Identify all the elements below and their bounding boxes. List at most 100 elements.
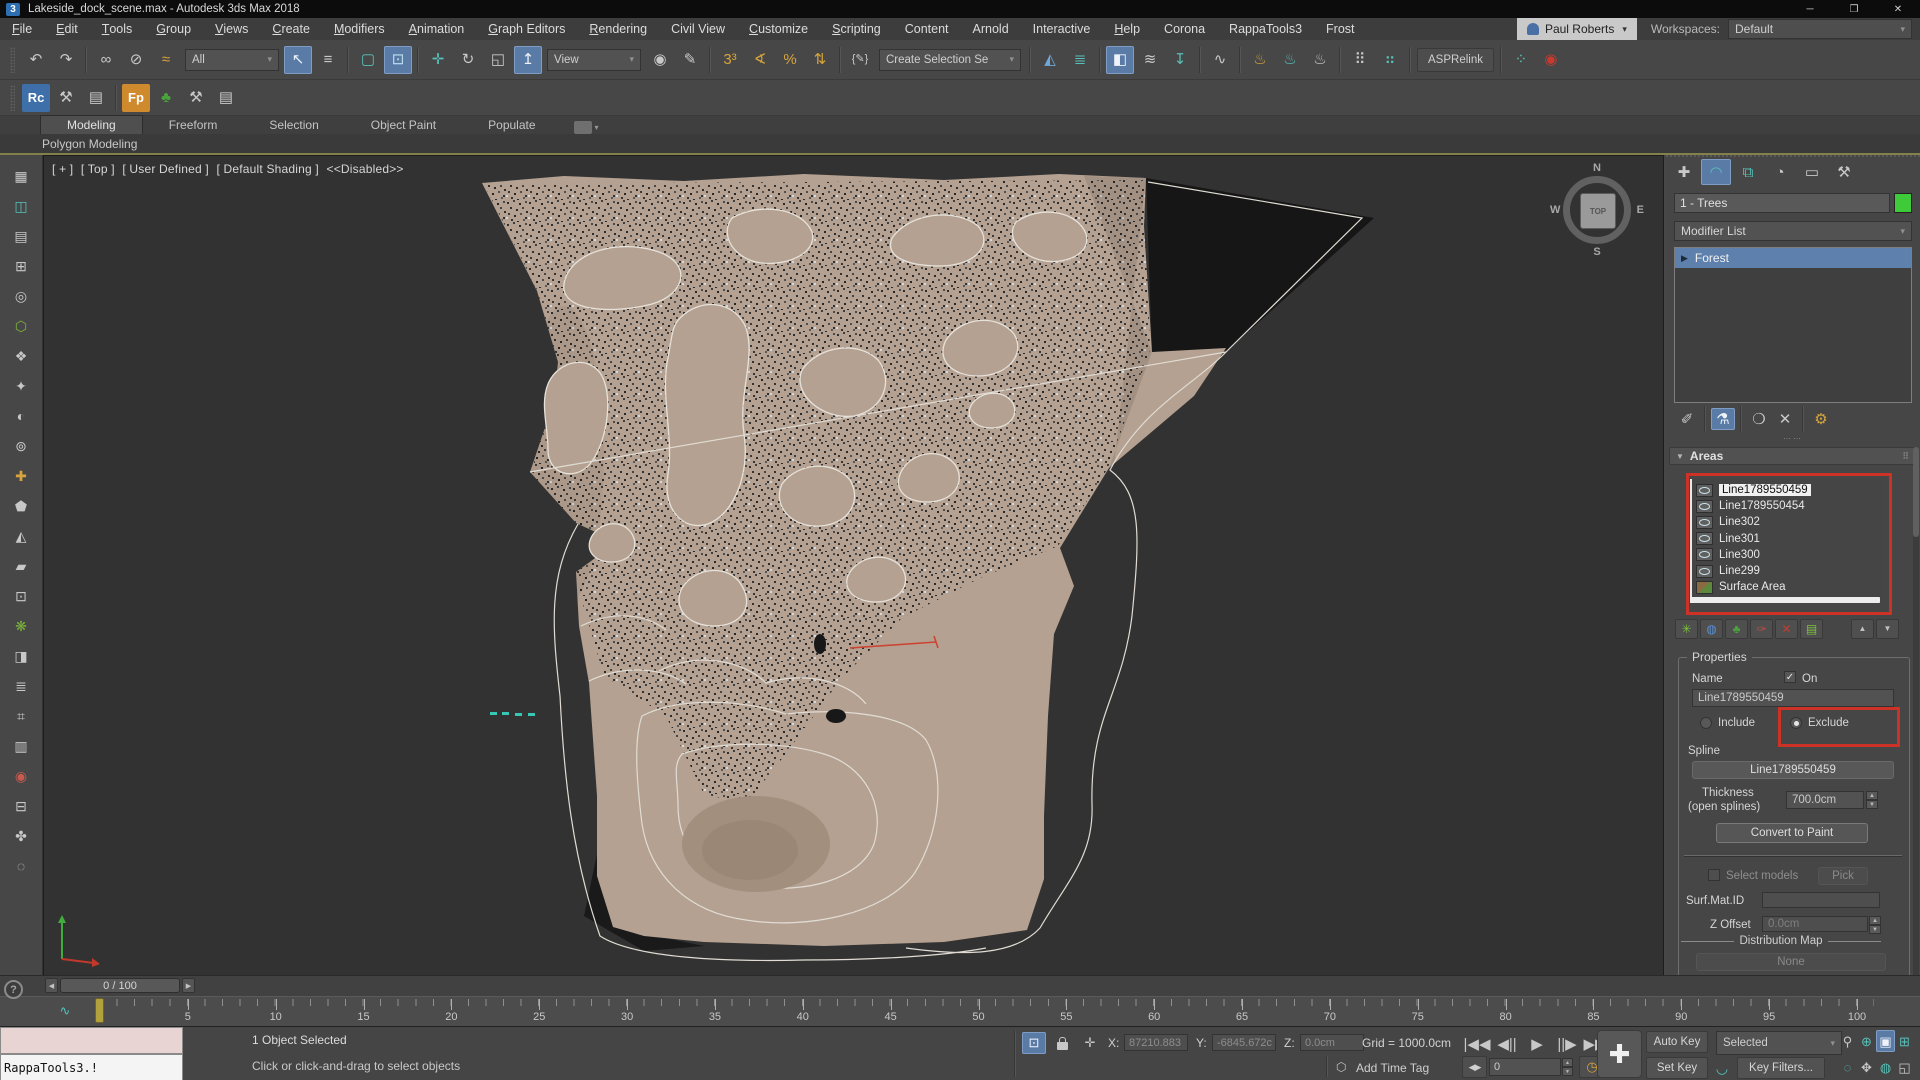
add-reference-area-button[interactable]: ▤ xyxy=(1800,619,1823,639)
modify-tab-button[interactable]: ◠ xyxy=(1701,159,1731,185)
menu-edit[interactable]: Edit xyxy=(44,18,90,40)
dock-tool-button-7[interactable]: ❖ xyxy=(8,344,34,368)
select-models-checkbox[interactable]: ✓ xyxy=(1708,869,1720,881)
distribution-map-none-button[interactable]: None xyxy=(1696,953,1886,971)
compass-east[interactable]: E xyxy=(1637,204,1644,216)
reference-coordinate-dropdown[interactable]: View▾ xyxy=(547,49,641,71)
add-spline-area-button[interactable]: ✳ xyxy=(1675,619,1698,639)
viewport-menu-pov[interactable]: [ Top ] xyxy=(81,162,115,176)
area-list-item[interactable]: Line1789550459 xyxy=(1692,482,1882,498)
add-object-area-button[interactable]: ◍ xyxy=(1700,619,1723,639)
z-coord-field[interactable]: 0.0cm xyxy=(1300,1034,1364,1051)
set-keys-button[interactable]: ✚ xyxy=(1597,1030,1642,1078)
corona-button[interactable]: ◉ xyxy=(1537,46,1565,74)
object-color-swatch[interactable] xyxy=(1894,193,1912,213)
viewport-menu-general[interactable]: [ + ] xyxy=(52,162,73,176)
dock-tool-button-13[interactable]: ◭ xyxy=(8,524,34,548)
expand-arrow-icon[interactable]: ▶ xyxy=(1681,253,1688,264)
minimize-button[interactable]: ─ xyxy=(1788,0,1832,18)
align-button[interactable]: ≣ xyxy=(1066,46,1094,74)
show-end-result-button[interactable]: ⚗ xyxy=(1711,408,1735,430)
close-button[interactable]: ✕ xyxy=(1876,0,1920,18)
mirror-button[interactable]: ◭ xyxy=(1036,46,1064,74)
menu-animation[interactable]: Animation xyxy=(397,18,477,40)
rectangular-selection-region-button[interactable]: ▢ xyxy=(354,46,382,74)
dock-tool-button-12[interactable]: ⬟ xyxy=(8,494,34,518)
move-area-up-button[interactable]: ▲ xyxy=(1851,619,1874,639)
select-and-scale-button[interactable]: ◱ xyxy=(484,46,512,74)
pan-button[interactable]: ✥ xyxy=(1857,1056,1876,1078)
absolute-mode-toggle[interactable]: ✛ xyxy=(1078,1032,1102,1054)
z-offset-field[interactable]: 0.0cm xyxy=(1762,916,1868,932)
menu-modifiers[interactable]: Modifiers xyxy=(322,18,397,40)
dock-tool-button-24[interactable]: ◌ xyxy=(8,854,34,878)
convert-to-paint-button[interactable]: Convert to Paint xyxy=(1716,823,1868,843)
y-coord-field[interactable]: -6845.672c xyxy=(1212,1034,1276,1051)
modifier-stack-item-forest[interactable]: ▶ Forest xyxy=(1675,248,1911,268)
forest-lister-button[interactable]: ▤ xyxy=(212,84,240,112)
plugin-colored-dots-button[interactable]: ⁘ xyxy=(1507,46,1535,74)
curve-editor-button[interactable]: ∿ xyxy=(1206,46,1234,74)
percent-snap-button[interactable]: % xyxy=(776,46,804,74)
railclone-tools-button[interactable]: ⚒ xyxy=(52,84,80,112)
dock-tool-button-3[interactable]: ▤ xyxy=(8,224,34,248)
spline-pick-button[interactable]: Line1789550459 xyxy=(1692,761,1894,779)
add-time-tag-button[interactable]: Add Time Tag xyxy=(1356,1061,1429,1075)
scene-explorer-toggle-button[interactable]: ◧ xyxy=(1106,46,1134,74)
thickness-field[interactable]: 700.0cm xyxy=(1786,791,1864,809)
toolbar-drag-handle[interactable] xyxy=(10,47,15,73)
select-and-move-button[interactable]: ✛ xyxy=(424,46,452,74)
spinner-snap-button[interactable]: ⇅ xyxy=(806,46,834,74)
rollout-areas-header[interactable]: ▼ Areas ⠿ xyxy=(1669,447,1917,465)
ribbon-tab-populate[interactable]: Populate xyxy=(462,116,561,134)
selection-filter-dropdown[interactable]: All▾ xyxy=(185,49,279,71)
layer-explorer-toggle-button[interactable]: ≋ xyxy=(1136,46,1164,74)
menu-create[interactable]: Create xyxy=(260,18,322,40)
dock-tool-button-17[interactable]: ◨ xyxy=(8,644,34,668)
select-object-button[interactable]: ↖ xyxy=(284,46,312,74)
panel-scrollbar[interactable] xyxy=(1913,447,1919,977)
ribbon-tab-object-paint[interactable]: Object Paint xyxy=(345,116,462,134)
render-frame-window-button[interactable]: ♨ xyxy=(1306,46,1334,74)
unlink-selection-button[interactable]: ⊘ xyxy=(122,46,150,74)
maxscript-listener-field[interactable]: RappaTools3.! xyxy=(0,1054,183,1080)
menu-help[interactable]: Help xyxy=(1102,18,1152,40)
compass-south[interactable]: S xyxy=(1593,246,1600,258)
dock-tool-button-15[interactable]: ⊡ xyxy=(8,584,34,608)
dock-tool-button-21[interactable]: ◉ xyxy=(8,764,34,788)
dock-tool-button-9[interactable]: ◐ xyxy=(8,404,34,428)
redo-button[interactable]: ↷ xyxy=(52,46,80,74)
workspace-dropdown[interactable]: Default ▾ xyxy=(1728,19,1912,39)
menu-scripting[interactable]: Scripting xyxy=(820,18,893,40)
viewport[interactable]: [ + ] [ Top ] [ User Defined ] [ Default… xyxy=(43,155,1664,996)
frame-spinner[interactable]: ▲▼ xyxy=(1562,1058,1573,1076)
viewport-menu-user[interactable]: [ User Defined ] xyxy=(122,162,209,176)
delete-area-button[interactable]: ✕ xyxy=(1775,619,1798,639)
include-radio[interactable] xyxy=(1700,717,1712,729)
menu-tools[interactable]: Tools xyxy=(90,18,145,40)
compass-west[interactable]: W xyxy=(1550,204,1560,216)
window-crossing-toggle-button[interactable]: ⊡ xyxy=(384,46,412,74)
z-offset-spinner[interactable]: ▲▼ xyxy=(1869,916,1881,934)
menu-graph-editors[interactable]: Graph Editors xyxy=(476,18,577,40)
select-by-name-button[interactable]: ≡ xyxy=(314,46,342,74)
default-in-out-tangents-button[interactable]: ◡ xyxy=(1712,1058,1732,1078)
menu-rendering[interactable]: Rendering xyxy=(577,18,659,40)
time-slider-track[interactable] xyxy=(0,975,1920,996)
add-forest-area-button[interactable]: ♣ xyxy=(1725,619,1748,639)
railclone-button[interactable]: Rc xyxy=(22,84,50,112)
modifier-list-dropdown[interactable]: Modifier List ▾ xyxy=(1674,221,1912,241)
dock-tool-button-16[interactable]: ❋ xyxy=(8,614,34,638)
dock-tool-button-23[interactable]: ✤ xyxy=(8,824,34,848)
menu-interactive[interactable]: Interactive xyxy=(1021,18,1103,40)
surf-mat-id-field[interactable] xyxy=(1762,892,1880,908)
current-frame-field[interactable]: 0 xyxy=(1489,1058,1561,1076)
dock-tool-button-2[interactable]: ◫ xyxy=(8,194,34,218)
maximize-viewport-button[interactable]: ◱ xyxy=(1895,1056,1914,1078)
zoom-extents-all-button[interactable]: ⊞ xyxy=(1895,1030,1914,1052)
toolbar-drag-handle[interactable] xyxy=(10,85,15,111)
edit-named-selection-sets-button[interactable]: {✎} xyxy=(846,46,874,74)
area-list-item[interactable]: Line301 xyxy=(1692,531,1882,547)
auto-key-button[interactable]: Auto Key xyxy=(1646,1031,1708,1053)
dock-tool-button-11[interactable]: ✚ xyxy=(8,464,34,488)
